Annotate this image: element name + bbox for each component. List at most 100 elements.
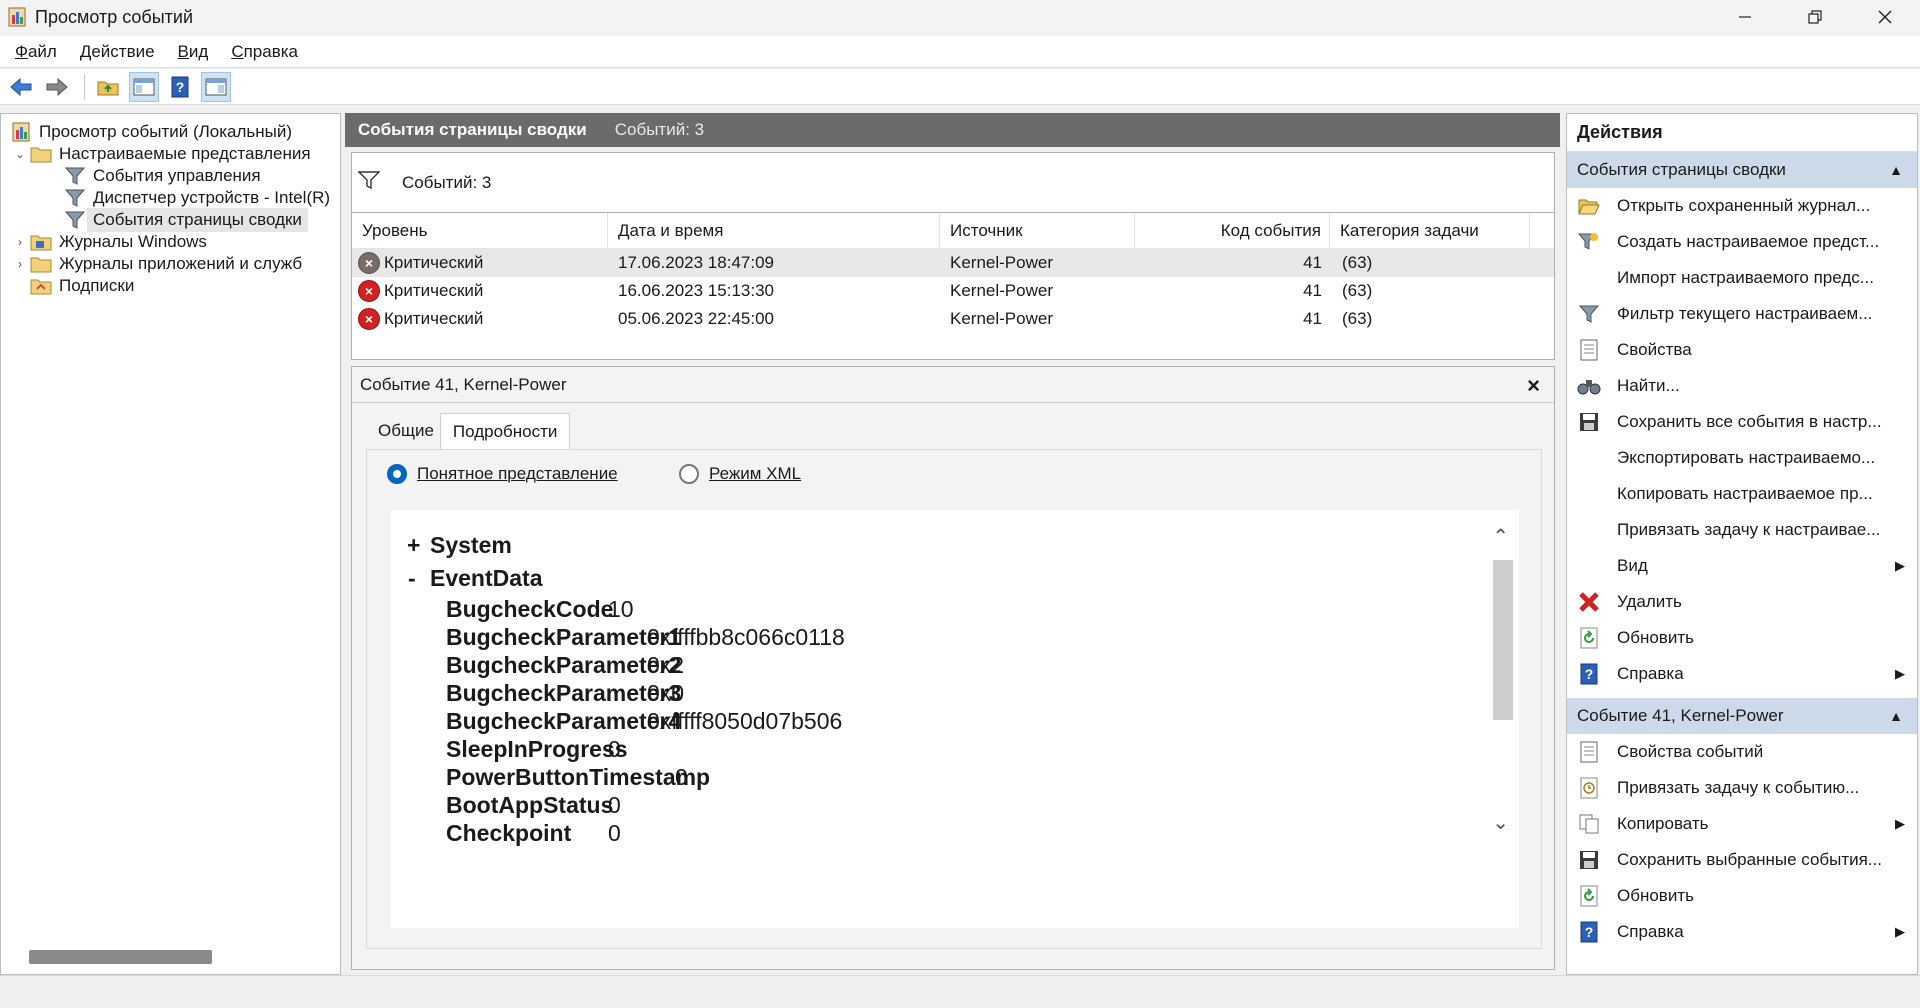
action-delete[interactable]: Удалить	[1567, 584, 1917, 620]
eventdata-node[interactable]: EventData	[430, 565, 542, 592]
cell-level: × Критический	[352, 252, 608, 274]
action-copy-submenu[interactable]: Копировать ▶	[1567, 806, 1917, 842]
action-help-submenu[interactable]: ? Справка ▶	[1567, 656, 1917, 692]
action-open-saved-log[interactable]: Открыть сохраненный журнал...	[1567, 188, 1917, 224]
col-event-id-label: Код события	[1220, 220, 1321, 240]
center-header-count: Событий: 3	[614, 120, 705, 139]
action-find[interactable]: Найти...	[1567, 368, 1917, 404]
action-create-custom-view[interactable]: Создать настраиваемое предст...	[1567, 224, 1917, 260]
task-clock-icon	[1575, 775, 1603, 801]
col-date[interactable]: Дата и время	[608, 213, 940, 248]
actions-group-event[interactable]: Событие 41, Kernel-Power ▲	[1567, 698, 1917, 734]
scroll-up-icon[interactable]: ⌃	[1492, 524, 1509, 549]
cell-event-id: 41	[1303, 253, 1322, 272]
table-row[interactable]: × Критический 17.06.2023 18:47:09 Kernel-…	[352, 249, 1554, 277]
action-label: Импорт настраиваемого предс...	[1617, 268, 1874, 287]
radio-friendly-view[interactable]: Понятное представление	[387, 464, 618, 484]
chevron-down-icon[interactable]: ⌄	[11, 147, 29, 161]
scroll-down-icon[interactable]: ⌄	[1492, 810, 1509, 835]
action-attach-task-to-event[interactable]: Привязать задачу к событию...	[1567, 770, 1917, 806]
radio-xml-view[interactable]: Режим XML	[679, 464, 801, 484]
action-label: Привязать задачу к событию...	[1617, 778, 1860, 797]
table-row[interactable]: × Критический 05.06.2023 22:45:00 Kernel-…	[352, 305, 1554, 333]
action-refresh[interactable]: Обновить	[1567, 878, 1917, 914]
action-attach-task-to-view[interactable]: Привязать задачу к настраивае...	[1567, 512, 1917, 548]
action-label: Удалить	[1617, 592, 1682, 611]
tab-details[interactable]: Подробности	[439, 413, 571, 449]
toolbar: ?	[0, 69, 1920, 105]
restore-button[interactable]	[1780, 0, 1850, 34]
radio-button-unchecked[interactable]	[679, 464, 699, 484]
radio-button-checked[interactable]	[387, 464, 407, 484]
actions-title: Действия	[1567, 114, 1917, 152]
menu-view-mnemonic: В	[177, 41, 189, 61]
action-help-submenu[interactable]: ? Справка ▶	[1567, 914, 1917, 950]
detail-vertical-scrollbar[interactable]	[1493, 560, 1513, 720]
col-source[interactable]: Источник	[940, 213, 1135, 248]
tree-root-label: Просмотр событий (Локальный)	[39, 121, 293, 141]
tab-general[interactable]: Общие	[372, 413, 440, 449]
action-label: Копировать	[1617, 814, 1709, 833]
back-button[interactable]	[6, 72, 36, 102]
blank-icon	[1575, 445, 1603, 471]
critical-error-icon: ×	[358, 280, 380, 302]
table-row[interactable]: × Критический 16.06.2023 15:13:30 Kernel-…	[352, 277, 1554, 305]
collapse-eventdata-toggle[interactable]: -	[408, 565, 416, 592]
cell-source: Kernel-Power	[950, 253, 1053, 272]
close-window-button[interactable]	[1850, 0, 1920, 34]
tree-horizontal-scrollbar[interactable]	[29, 950, 212, 964]
action-label: Фильтр текущего настраиваем...	[1617, 304, 1873, 323]
col-category[interactable]: Категория задачи	[1330, 213, 1530, 248]
tab-general-label: Общие	[378, 421, 434, 440]
close-icon[interactable]: ×	[1527, 373, 1540, 399]
action-view-submenu[interactable]: Вид ▶	[1567, 548, 1917, 584]
menu-help-mnemonic: С	[231, 41, 244, 61]
svg-text:?: ?	[176, 79, 185, 95]
expand-system-toggle[interactable]: +	[407, 532, 420, 559]
open-folder-button[interactable]	[93, 72, 123, 102]
menu-file[interactable]: Файл	[7, 42, 65, 62]
collapse-up-icon[interactable]: ▲	[1889, 708, 1903, 724]
menu-help-label: правка	[243, 41, 299, 61]
action-export-custom-view[interactable]: Экспортировать настраиваемо...	[1567, 440, 1917, 476]
menu-help[interactable]: Справка	[223, 42, 306, 62]
chevron-right-icon[interactable]: ›	[11, 257, 29, 271]
field-value: 0xfffff8050d07b506	[647, 708, 843, 734]
actions-group-summary-label: События страницы сводки	[1577, 160, 1786, 179]
col-level[interactable]: Уровень	[352, 213, 608, 248]
action-save-selected-events[interactable]: Сохранить выбранные события...	[1567, 842, 1917, 878]
actions-group-summary[interactable]: События страницы сводки ▲	[1567, 152, 1917, 188]
menu-action-label: ействие	[91, 41, 155, 61]
menu-file-mnemonic: Ф	[15, 41, 28, 61]
menu-action[interactable]: Действие	[72, 42, 163, 62]
action-label: Свойства	[1617, 340, 1692, 359]
show-hide-tree-button[interactable]	[129, 71, 159, 102]
action-import-custom-view[interactable]: Импорт настраиваемого предс...	[1567, 260, 1917, 296]
forward-button[interactable]	[42, 72, 72, 102]
tree-subscriptions[interactable]: Подписки	[29, 272, 134, 299]
action-copy-custom-view[interactable]: Копировать настраиваемое пр...	[1567, 476, 1917, 512]
minimize-button[interactable]	[1710, 0, 1780, 34]
action-refresh[interactable]: Обновить	[1567, 620, 1917, 656]
action-save-all-events[interactable]: Сохранить все события в настр...	[1567, 404, 1917, 440]
cell-level: × Критический	[352, 308, 608, 330]
action-filter-current-view[interactable]: Фильтр текущего настраиваем...	[1567, 296, 1917, 332]
help-button[interactable]: ?	[165, 72, 195, 102]
chevron-right-icon[interactable]: ›	[11, 235, 29, 249]
action-event-properties[interactable]: Свойства событий	[1567, 734, 1917, 770]
event-detail-panel: Событие 41, Kernel-Power × Общие Подробн…	[351, 366, 1555, 970]
tab-details-label: Подробности	[452, 421, 558, 441]
action-properties[interactable]: Свойства	[1567, 332, 1917, 368]
filter-icon	[1575, 301, 1603, 327]
title-bar: Просмотр событий	[0, 0, 1920, 34]
friendly-view-content: + System - EventData BugcheckCode 10 Bug…	[391, 510, 1519, 928]
field-key: PowerButtonTimestamp	[446, 764, 711, 790]
action-label: Обновить	[1617, 628, 1694, 647]
col-event-id[interactable]: Код события	[1135, 213, 1330, 248]
show-hide-action-pane-button[interactable]	[201, 71, 231, 102]
system-node[interactable]: System	[430, 532, 512, 559]
level-text: Критический	[384, 309, 484, 328]
refresh-icon	[1575, 883, 1603, 909]
menu-view[interactable]: Вид	[170, 42, 217, 62]
collapse-up-icon[interactable]: ▲	[1889, 162, 1903, 178]
